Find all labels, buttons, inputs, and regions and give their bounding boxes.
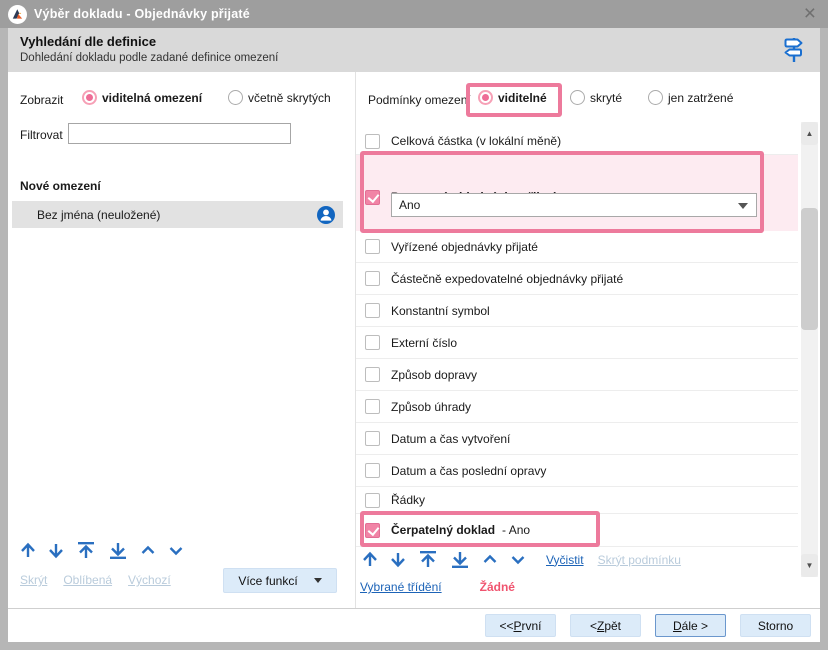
next-button[interactable]: Dále >: [655, 614, 726, 637]
sorting-value: Žádné: [480, 580, 515, 594]
wizard-footer: << První < Zpět Dále > Storno: [8, 608, 820, 642]
wizard-header: Vyhledání dle definice Dohledání dokladu…: [8, 28, 820, 72]
checkbox-unchecked[interactable]: [365, 367, 380, 382]
checkbox-unchecked[interactable]: [365, 463, 380, 478]
close-icon[interactable]: ×: [802, 4, 818, 24]
dialog-window: Výběr dokladu - Objednávky přijaté × Vyh…: [0, 0, 828, 650]
page-title: Vyhledání dle definice: [20, 34, 808, 49]
filter-label: Filtrovat: [20, 128, 63, 142]
signpost-icon: [780, 35, 806, 65]
expand-down-icon[interactable]: [166, 540, 186, 561]
scroll-up-icon[interactable]: ▲: [801, 122, 818, 145]
move-to-bottom-icon[interactable]: [448, 549, 472, 570]
dropdown-arrow-icon: [738, 203, 748, 209]
favorites-link[interactable]: Oblíbená: [63, 573, 112, 587]
back-button[interactable]: < Zpět: [570, 614, 641, 637]
page-subtitle: Dohledání dokladu podle zadané definice …: [20, 52, 808, 64]
checkbox-unchecked[interactable]: [365, 239, 380, 254]
checkbox-unchecked[interactable]: [365, 134, 380, 149]
new-restriction-heading: Nové omezení: [20, 179, 101, 193]
condition-row-drawable-document[interactable]: Čerpatelný doklad - Ano: [356, 514, 798, 547]
checkbox-unchecked[interactable]: [365, 303, 380, 318]
conditions-list: Celková částka (v lokální měně) Potvrzen…: [356, 128, 798, 547]
expand-down-icon[interactable]: [508, 549, 528, 570]
user-circle-icon: [317, 206, 335, 224]
chevron-down-icon: [314, 578, 322, 583]
scrollbar-thumb[interactable]: [801, 208, 818, 330]
radio-conditions-hidden[interactable]: skryté: [570, 90, 622, 105]
radio-selected-icon: [82, 90, 97, 105]
collapse-up-icon[interactable]: [138, 540, 158, 561]
restriction-name: Bez jména (neuložené): [37, 208, 317, 222]
radio-visible-restrictions[interactable]: viditelná omezení: [82, 90, 202, 105]
filter-input[interactable]: [68, 123, 291, 144]
condition-value-dropdown[interactable]: Ano: [391, 193, 757, 217]
move-down-icon[interactable]: [388, 549, 408, 570]
radio-conditions-checked-only[interactable]: jen zatržené: [648, 90, 733, 105]
condition-row-confirmed-orders[interactable]: Potvrzené objednávky přijaté Ano: [356, 155, 798, 231]
collapse-up-icon[interactable]: [480, 549, 500, 570]
conditions-header: Podmínky omezení viditelné skryté jen za…: [356, 72, 820, 128]
more-functions-button[interactable]: Více funkcí: [223, 568, 337, 593]
first-button[interactable]: << První: [485, 614, 556, 637]
radio-conditions-visible[interactable]: viditelné: [478, 90, 547, 105]
move-down-icon[interactable]: [46, 540, 66, 561]
checkbox-unchecked[interactable]: [365, 271, 380, 286]
checkbox-checked[interactable]: [365, 190, 380, 205]
move-to-top-icon[interactable]: [74, 540, 98, 561]
radio-including-hidden[interactable]: včetně skrytých: [228, 90, 331, 105]
conditions-toolbar: Vyčistit Skrýt podmínku: [360, 549, 681, 570]
checkbox-checked[interactable]: [365, 523, 380, 538]
radio-unselected-icon: [570, 90, 585, 105]
condition-row[interactable]: Datum a čas vytvoření: [356, 423, 798, 455]
radio-unselected-icon: [228, 90, 243, 105]
condition-value-text: - Ano: [502, 523, 530, 537]
move-up-icon[interactable]: [18, 540, 38, 561]
checkbox-unchecked[interactable]: [365, 493, 380, 508]
vertical-scrollbar[interactable]: ▲ ▼: [801, 122, 818, 577]
condition-row[interactable]: Řádky: [356, 487, 798, 514]
condition-row[interactable]: Vyřízené objednávky přijaté: [356, 231, 798, 263]
hide-link[interactable]: Skrýt: [20, 573, 47, 587]
checkbox-unchecked[interactable]: [365, 335, 380, 350]
condition-row[interactable]: Celková částka (v lokální měně): [356, 128, 798, 155]
move-up-icon[interactable]: [360, 549, 380, 570]
checkbox-unchecked[interactable]: [365, 399, 380, 414]
reorder-toolbar: [18, 540, 186, 561]
show-label: Zobrazit: [20, 93, 63, 107]
cancel-button[interactable]: Storno: [740, 614, 811, 637]
condition-row[interactable]: Externí číslo: [356, 327, 798, 359]
scroll-down-icon[interactable]: ▼: [801, 554, 818, 577]
condition-row[interactable]: Datum a čas poslední opravy: [356, 455, 798, 487]
default-link[interactable]: Výchozí: [128, 573, 171, 587]
left-links-row: Skrýt Oblíbená Výchozí: [20, 573, 171, 587]
condition-row[interactable]: Způsob úhrady: [356, 391, 798, 423]
definitions-panel: Zobrazit viditelná omezení včetně skrytý…: [8, 72, 356, 608]
window-title: Výběr dokladu - Objednávky přijaté: [34, 7, 250, 21]
condition-row[interactable]: Konstantní symbol: [356, 295, 798, 327]
condition-row[interactable]: Částečně expedovatelné objednávky přijat…: [356, 263, 798, 295]
clear-link[interactable]: Vyčistit: [546, 553, 584, 567]
restriction-list-item[interactable]: Bez jména (neuložené): [12, 201, 343, 228]
sorting-row: Vybrané třídění Žádné: [360, 580, 515, 594]
title-bar: Výběr dokladu - Objednávky přijaté ×: [0, 0, 828, 28]
selected-sorting-link[interactable]: Vybrané třídění: [360, 580, 442, 594]
checkbox-unchecked[interactable]: [365, 431, 380, 446]
radio-unselected-icon: [648, 90, 663, 105]
conditions-label: Podmínky omezení: [368, 93, 471, 107]
conditions-panel: Podmínky omezení viditelné skryté jen za…: [356, 72, 820, 608]
move-to-top-icon[interactable]: [416, 549, 440, 570]
condition-row[interactable]: Způsob dopravy: [356, 359, 798, 391]
abra-logo-icon: [8, 5, 27, 24]
move-to-bottom-icon[interactable]: [106, 540, 130, 561]
hide-condition-link[interactable]: Skrýt podmínku: [598, 553, 681, 567]
radio-selected-icon: [478, 90, 493, 105]
